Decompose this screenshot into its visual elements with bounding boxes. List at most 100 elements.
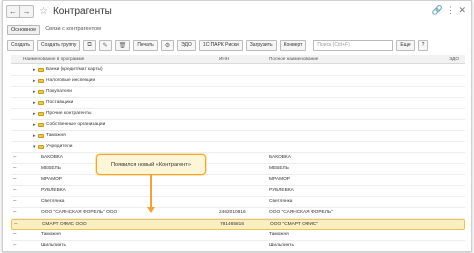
upload-button[interactable]: Загрузить bbox=[245, 39, 277, 51]
window: ← → ☆ Контрагенты 🔗 ⋮ ✕ Основное Связи с… bbox=[2, 0, 472, 252]
table-row[interactable]: ▸ Банки (кредит/мат карты) bbox=[11, 65, 465, 76]
table-row[interactable]: ▸ Налоговые инспекции bbox=[11, 76, 465, 87]
contractor-inn: 2462010816 bbox=[219, 210, 246, 215]
column-header-inn[interactable]: ИНН bbox=[219, 56, 229, 61]
expand-triangle-icon[interactable]: ▸ bbox=[33, 133, 36, 139]
tab-main[interactable]: Основное bbox=[7, 24, 41, 35]
column-header-edo[interactable]: ЭДО bbox=[449, 56, 459, 61]
expand-triangle-icon[interactable]: ▸ bbox=[33, 78, 36, 84]
toolbar: Создать Создать группу ⧉ ✎ 🗑 Печать ⚙ ЭД… bbox=[7, 39, 467, 51]
contractor-full-name: Таможня bbox=[269, 232, 289, 237]
table-row[interactable]: – Светлянка Светлянка bbox=[11, 197, 465, 208]
create-group-button[interactable]: Создать группу bbox=[37, 39, 81, 51]
contractor-name: ООО "САЯНСКАЯ ФОРЕЛЬ" ООО bbox=[41, 210, 118, 215]
delete-button[interactable]: 🗑 bbox=[114, 39, 131, 51]
item-marker-icon: – bbox=[13, 209, 17, 215]
envelope-button[interactable]: Конверт bbox=[279, 39, 307, 51]
expand-triangle-icon[interactable]: ▸ bbox=[33, 111, 36, 117]
window-title: Контрагенты bbox=[52, 6, 112, 17]
group-name: Налоговые инспекции bbox=[46, 78, 96, 83]
table-row[interactable]: ▸ Таможня bbox=[11, 131, 465, 142]
contractor-name: МЕБЕЛЬ bbox=[41, 166, 61, 171]
table-row[interactable]: – Шильпинть Шильпинть bbox=[11, 241, 465, 251]
column-header-full-name[interactable]: Полное наименование bbox=[269, 56, 318, 61]
title-bar: ← → ☆ Контрагенты 🔗 ⋮ ✕ bbox=[3, 1, 471, 22]
item-marker-icon: – bbox=[13, 231, 17, 237]
search-input[interactable]: Поиск (Ctrl+F) bbox=[313, 39, 394, 51]
link-icon[interactable]: 🔗 bbox=[432, 5, 443, 16]
table-row[interactable]: – БАКОВКА БАКОВКА bbox=[11, 153, 465, 164]
contractor-inn: 781465816 bbox=[220, 222, 245, 227]
tab-contractor-links[interactable]: Связи с контрагентом bbox=[42, 25, 104, 35]
group-name: Прочие контрагенты bbox=[46, 111, 92, 116]
contractor-full-name: ООО "СМАРТ ОФИС" bbox=[270, 222, 319, 227]
group-name: Таможня bbox=[46, 133, 66, 138]
form-tabs: Основное Связи с контрагентом bbox=[7, 24, 104, 35]
column-header-name[interactable]: Наименование в программе bbox=[23, 56, 84, 61]
more-button[interactable]: Еще bbox=[396, 39, 415, 51]
item-marker-icon: – bbox=[13, 242, 17, 248]
folder-icon bbox=[38, 123, 44, 127]
back-arrow-icon[interactable]: ← bbox=[6, 5, 20, 18]
annotation-arrow-head-icon bbox=[147, 207, 155, 213]
help-button[interactable]: ? bbox=[417, 39, 429, 51]
edit-button[interactable]: ✎ bbox=[98, 39, 112, 51]
group-name: Банки (кредит/мат карты) bbox=[46, 67, 103, 72]
group-name: Покупатели bbox=[46, 89, 72, 94]
delete-icon: 🗑 bbox=[118, 42, 127, 49]
item-marker-icon: – bbox=[13, 154, 17, 160]
contractor-full-name: Шильпинть bbox=[269, 243, 294, 248]
folder-icon bbox=[38, 145, 44, 149]
edo-button[interactable]: ЭДО bbox=[177, 39, 196, 51]
contractor-name: Таможня bbox=[41, 232, 61, 237]
expand-triangle-icon[interactable]: ▸ bbox=[33, 122, 36, 128]
item-marker-icon: – bbox=[13, 165, 17, 171]
forward-arrow-icon[interactable]: → bbox=[20, 5, 34, 18]
contractor-full-name: МЕБЕЛЬ bbox=[269, 166, 289, 171]
table-row[interactable]: ▸ Поставщики bbox=[11, 98, 465, 109]
copy-button[interactable]: ⧉ bbox=[83, 39, 96, 51]
contractor-full-name: РУБЛЕВКА bbox=[269, 188, 294, 193]
settings-button[interactable]: ⚙ bbox=[160, 39, 175, 51]
favorite-star-icon[interactable]: ☆ bbox=[39, 6, 48, 17]
folder-icon bbox=[38, 90, 44, 94]
table-row[interactable]: – ООО "САЯНСКАЯ ФОРЕЛЬ" ООО 2462010816 ООО … bbox=[11, 208, 465, 219]
item-marker-icon: – bbox=[13, 176, 17, 182]
contractor-name: РУБЛЕВКА bbox=[41, 188, 66, 193]
annotation-arrow bbox=[150, 175, 152, 208]
contractors-table: ▸ Банки (кредит/мат карты) ▸ Налоговые инс… bbox=[11, 65, 465, 251]
expand-triangle-icon[interactable]: ▾ bbox=[33, 144, 36, 150]
close-icon[interactable]: ✕ bbox=[458, 5, 466, 16]
expand-triangle-icon[interactable]: ▸ bbox=[33, 100, 36, 106]
contractor-full-name: ООО "САЯНСКАЯ ФОРЕЛЬ" bbox=[269, 210, 333, 215]
item-marker-icon: – bbox=[13, 198, 17, 204]
park-risks-button[interactable]: 1С:ПАРК Риски bbox=[198, 39, 243, 51]
table-row[interactable]: ▸ Прочие контрагенты bbox=[11, 109, 465, 120]
contractor-name: Шильпинть bbox=[41, 243, 66, 248]
expand-triangle-icon[interactable]: ▸ bbox=[33, 67, 36, 73]
table-row[interactable]: ▸ Собственные организации bbox=[11, 120, 465, 131]
contractor-full-name: МРАМОР bbox=[269, 177, 291, 182]
edit-icon: ✎ bbox=[102, 42, 108, 49]
table-row[interactable]: – МЕБЕЛЬ МЕБЕЛЬ bbox=[11, 164, 465, 175]
table-row[interactable]: ▸ Покупатели bbox=[11, 87, 465, 98]
print-button[interactable]: Печать bbox=[133, 39, 158, 51]
table-row-selected[interactable]: – СМАРТ ОФИС ООО 781465816 ООО "СМАРТ ОФИС" bbox=[11, 219, 465, 230]
table-header: Наименование в программе ИНН Полное наим… bbox=[11, 55, 465, 64]
create-button[interactable]: Создать bbox=[7, 39, 35, 51]
folder-icon bbox=[38, 79, 44, 83]
folder-icon bbox=[38, 112, 44, 116]
table-row[interactable]: – Таможня Таможня bbox=[11, 230, 465, 241]
table-row[interactable]: – РУБЛЕВКА РУБЛЕВКА bbox=[11, 186, 465, 197]
copy-icon: ⧉ bbox=[87, 41, 92, 48]
folder-icon bbox=[38, 101, 44, 105]
item-marker-icon: – bbox=[14, 221, 18, 227]
annotation-callout: Появился новый «Контрагент» bbox=[96, 154, 206, 175]
expand-triangle-icon[interactable]: ▸ bbox=[33, 89, 36, 95]
contractor-full-name: БАКОВКА bbox=[269, 155, 291, 160]
group-name: Учредители bbox=[46, 144, 73, 149]
table-row[interactable]: ▾ Учредители bbox=[11, 142, 465, 153]
group-name: Поставщики bbox=[46, 100, 74, 105]
table-row[interactable]: – МРАМОР МРАМОР bbox=[11, 175, 465, 186]
more-icon[interactable]: ⋮ bbox=[446, 5, 455, 16]
